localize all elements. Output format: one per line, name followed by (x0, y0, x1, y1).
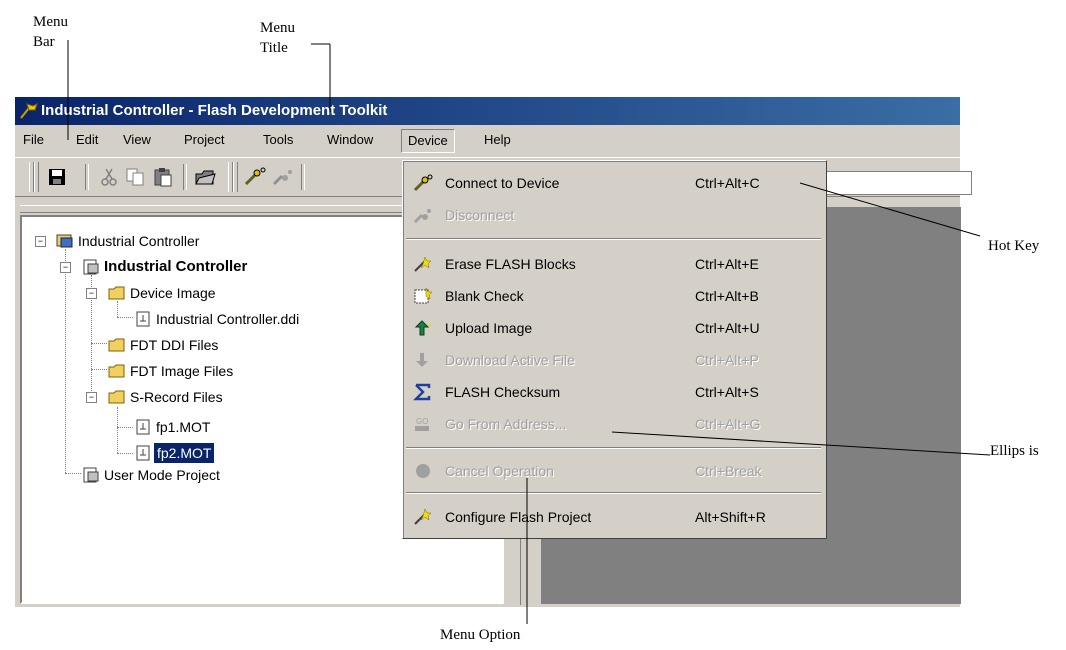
ellipsis-pointer (611, 431, 991, 456)
annotation-pointer-lines (67, 40, 991, 624)
hot-key-pointer (799, 182, 981, 237)
